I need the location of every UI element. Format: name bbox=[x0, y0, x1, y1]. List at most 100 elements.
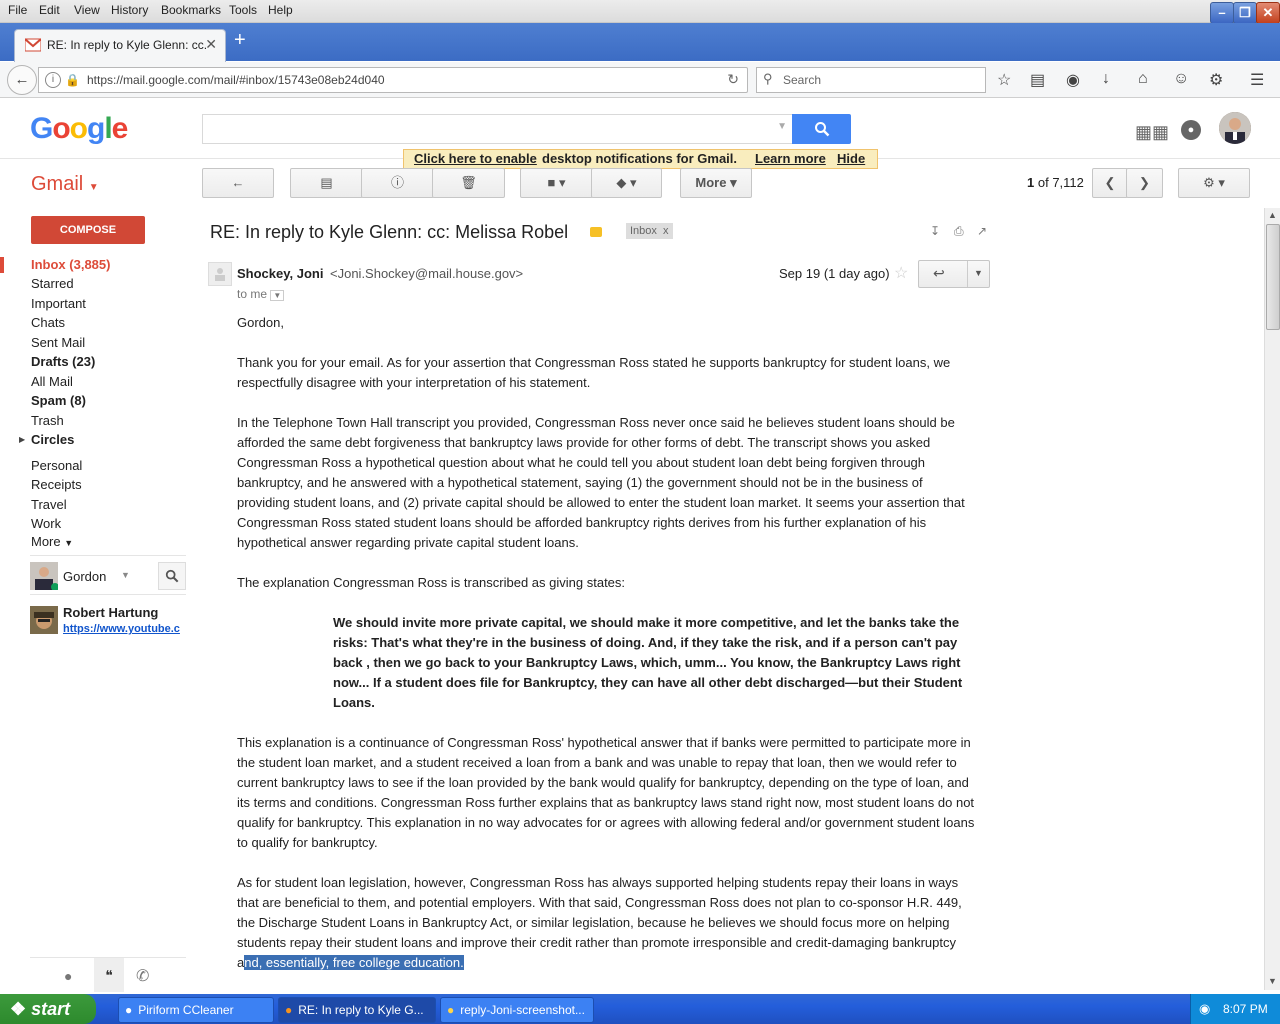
home-icon[interactable]: ⌂ bbox=[1138, 70, 1148, 88]
sidebar-item-personal[interactable]: Personal bbox=[31, 458, 82, 473]
menu-view[interactable]: View bbox=[74, 3, 100, 17]
label-tag-icon[interactable] bbox=[590, 227, 602, 237]
phone-icon[interactable]: ✆ bbox=[136, 966, 149, 986]
bookmark-star-icon[interactable]: ☆ bbox=[997, 70, 1011, 90]
message-subject: RE: In reply to Kyle Glenn: cc: Melissa … bbox=[210, 222, 569, 242]
sidebar-item-all-mail[interactable]: All Mail bbox=[31, 374, 73, 389]
chevron-down-icon[interactable]: ▼ bbox=[121, 570, 130, 580]
start-button[interactable]: ❖ start bbox=[0, 994, 96, 1024]
scroll-up-icon[interactable]: ▲ bbox=[1268, 210, 1277, 220]
chat-search-button[interactable] bbox=[158, 562, 186, 590]
labels-button[interactable]: ◆ ▾ bbox=[591, 168, 662, 198]
gmail-search-button[interactable] bbox=[792, 114, 851, 144]
sync-icon[interactable]: ⚙ bbox=[1209, 70, 1223, 90]
newer-button[interactable]: ❮ bbox=[1092, 168, 1128, 198]
scrollbar-thumb[interactable] bbox=[1266, 224, 1280, 330]
gmail-brand[interactable]: Gmail ▼ bbox=[31, 173, 99, 196]
expand-all-icon[interactable]: ↧ bbox=[930, 224, 940, 238]
self-avatar[interactable] bbox=[30, 562, 59, 591]
sidebar-item-drafts[interactable]: Drafts (23) bbox=[31, 354, 95, 369]
reload-icon[interactable]: ↻ bbox=[727, 71, 739, 88]
sidebar-item-chats[interactable]: Chats bbox=[31, 315, 65, 330]
browser-tab[interactable]: RE: In reply to Kyle Glenn: cc... ✕ bbox=[14, 29, 226, 62]
recipient-details[interactable]: to me ▼ bbox=[237, 287, 285, 301]
apps-grid-icon[interactable]: ▦▦ bbox=[1135, 122, 1169, 143]
sidebar-item-trash[interactable]: Trash bbox=[31, 413, 64, 428]
menu-bookmarks[interactable]: Bookmarks bbox=[161, 3, 221, 17]
notifications-icon[interactable]: ● bbox=[1181, 120, 1201, 140]
close-window-button[interactable]: ✕ bbox=[1256, 2, 1280, 24]
sidebar-item-starred[interactable]: Starred bbox=[31, 276, 74, 291]
start-label: start bbox=[31, 999, 71, 1019]
tab-close-icon[interactable]: ✕ bbox=[205, 36, 217, 53]
browser-search-input[interactable]: ⚲ Search bbox=[756, 67, 986, 93]
expand-triangle-icon[interactable]: ▶ bbox=[19, 435, 25, 444]
chevron-down-icon[interactable]: ▼ bbox=[270, 290, 285, 301]
settings-button[interactable]: ⚙ ▾ bbox=[1178, 168, 1250, 198]
sidebar-item-travel[interactable]: Travel bbox=[31, 497, 67, 512]
menu-history[interactable]: History bbox=[111, 3, 148, 17]
url-bar[interactable]: i 🔒 https://mail.google.com/mail/#inbox/… bbox=[38, 67, 748, 93]
enable-notifications-link[interactable]: Click here to enable bbox=[414, 151, 537, 166]
sidebar-item-sent[interactable]: Sent Mail bbox=[31, 335, 85, 350]
info-icon[interactable]: i bbox=[45, 72, 61, 88]
sender-name[interactable]: Shockey, Joni bbox=[237, 266, 323, 281]
new-window-icon[interactable]: ↗ bbox=[977, 224, 987, 238]
archive-button[interactable]: ▤ bbox=[290, 168, 363, 198]
sidebar-item-important[interactable]: Important bbox=[31, 296, 86, 311]
minimize-button[interactable]: – bbox=[1210, 2, 1234, 24]
sidebar-item-receipts[interactable]: Receipts bbox=[31, 477, 82, 492]
gmail-search-input[interactable]: ▼ bbox=[202, 114, 794, 144]
reply-options-icon[interactable]: ▼ bbox=[974, 268, 983, 278]
taskbar-item-firefox[interactable]: ● RE: In reply to Kyle G... bbox=[278, 997, 436, 1023]
more-button[interactable]: More ▾ bbox=[680, 168, 752, 198]
emoji-icon[interactable]: ☺ bbox=[1173, 70, 1189, 88]
print-icon[interactable]: ⎙ bbox=[954, 224, 964, 239]
sidebar-item-more[interactable]: More ▼ bbox=[31, 534, 73, 549]
back-button[interactable]: ← bbox=[7, 65, 37, 95]
sender-avatar[interactable] bbox=[208, 262, 232, 286]
sidebar-item-inbox[interactable]: Inbox (3,885) bbox=[31, 257, 110, 272]
older-button[interactable]: ❯ bbox=[1126, 168, 1163, 198]
delete-button[interactable]: 🗑 bbox=[432, 168, 505, 198]
star-icon[interactable]: ☆ bbox=[894, 263, 908, 283]
sidebar-item-work[interactable]: Work bbox=[31, 516, 61, 531]
sidebar-item-spam[interactable]: Spam (8) bbox=[31, 393, 86, 408]
clock[interactable]: 8:07 PM bbox=[1223, 1002, 1268, 1016]
taskbar-item-screenshot[interactable]: ● reply-Joni-screenshot... bbox=[440, 997, 594, 1023]
maximize-button[interactable]: ❐ bbox=[1233, 2, 1257, 24]
report-spam-button[interactable]: ⓘ bbox=[361, 168, 434, 198]
person-icon[interactable]: ● bbox=[64, 968, 72, 984]
compose-button[interactable]: COMPOSE bbox=[31, 216, 145, 244]
message-greeting: Gordon, bbox=[237, 315, 284, 330]
hangouts-icon[interactable]: ❝ bbox=[94, 958, 124, 992]
taskbar-item-ccleaner[interactable]: ● Piriform CCleaner bbox=[118, 997, 274, 1023]
hamburger-menu-icon[interactable]: ☰ bbox=[1250, 70, 1264, 90]
reading-list-icon[interactable]: ▤ bbox=[1030, 70, 1045, 90]
hide-link[interactable]: Hide bbox=[837, 151, 865, 166]
menu-file[interactable]: File bbox=[8, 3, 27, 17]
contact-name[interactable]: Robert Hartung bbox=[63, 605, 158, 620]
menu-help[interactable]: Help bbox=[268, 3, 293, 17]
nav-bar: ← i 🔒 https://mail.google.com/mail/#inbo… bbox=[0, 62, 1280, 98]
search-options-icon[interactable]: ▼ bbox=[777, 121, 787, 132]
network-icon[interactable]: ◉ bbox=[1199, 1001, 1210, 1017]
google-logo[interactable]: Google bbox=[30, 112, 128, 146]
contact-status-link[interactable]: https://www.youtube.c bbox=[63, 623, 186, 635]
scroll-down-icon[interactable]: ▼ bbox=[1268, 976, 1277, 986]
remove-label-icon[interactable]: x bbox=[663, 225, 669, 237]
download-icon[interactable]: ↓ bbox=[1102, 70, 1110, 88]
reply-icon[interactable]: ↩ bbox=[933, 265, 945, 282]
learn-more-link[interactable]: Learn more bbox=[755, 151, 826, 166]
inbox-label-chip[interactable]: Inbox x bbox=[626, 223, 673, 239]
move-to-button[interactable]: ■ ▾ bbox=[520, 168, 593, 198]
back-to-inbox-button[interactable]: ← bbox=[202, 168, 274, 198]
menu-edit[interactable]: Edit bbox=[39, 3, 60, 17]
sidebar-item-circles[interactable]: Circles bbox=[31, 432, 74, 447]
chat-self-name[interactable]: Gordon bbox=[63, 569, 106, 584]
new-tab-icon[interactable]: + bbox=[234, 29, 246, 52]
contact-avatar[interactable] bbox=[30, 606, 58, 634]
account-avatar[interactable] bbox=[1219, 112, 1251, 144]
menu-tools[interactable]: Tools bbox=[229, 3, 257, 17]
pocket-icon[interactable]: ◉ bbox=[1066, 70, 1080, 90]
